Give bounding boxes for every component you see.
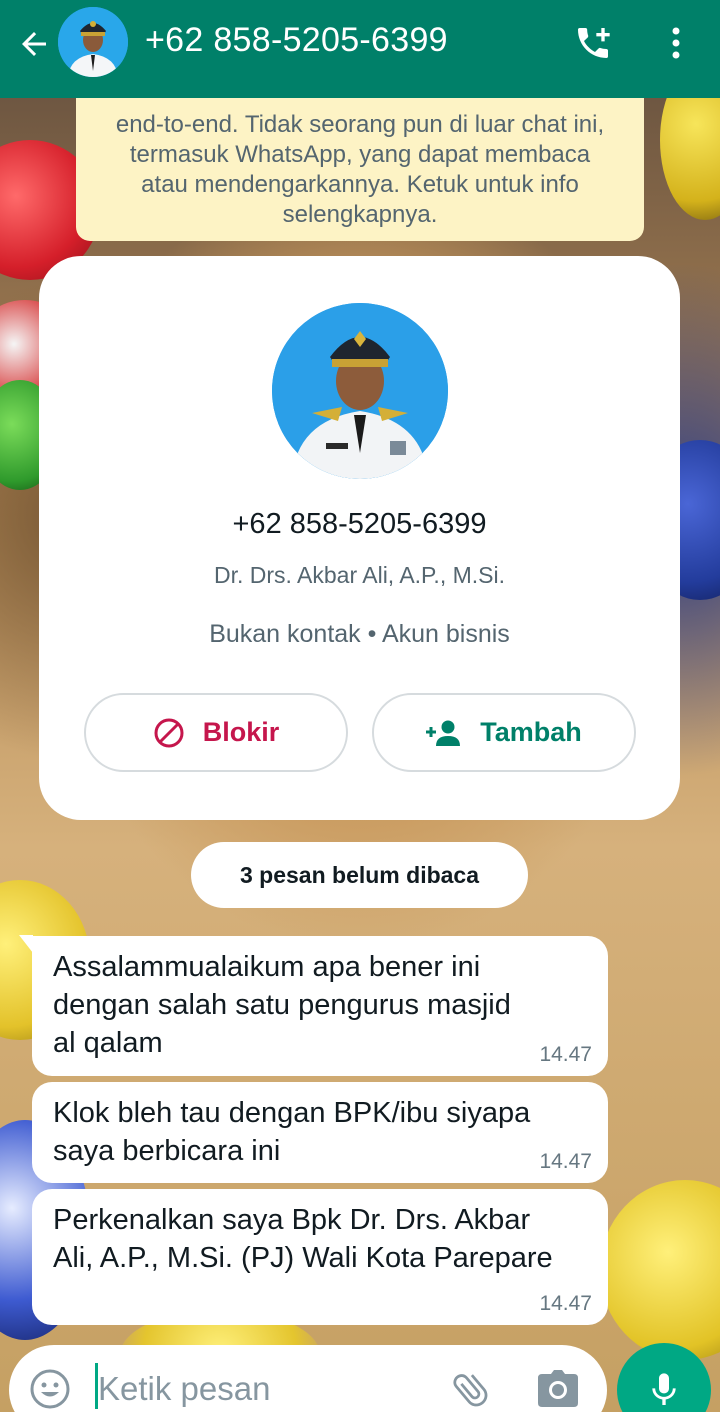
message-input[interactable] <box>98 1361 428 1412</box>
profile-status: Bukan kontak • Akun bisnis <box>209 620 510 648</box>
more-vert-icon <box>672 27 680 59</box>
add-contact-button-label: Tambah <box>480 717 582 747</box>
incoming-message[interactable]: Assalammualaikum apa bener ini dengan sa… <box>32 936 608 1076</box>
chat-header: +62 858-5205-6399 <box>0 0 720 98</box>
block-button[interactable]: Blokir <box>84 693 348 772</box>
message-timestamp: 14.47 <box>539 1150 592 1173</box>
camera-icon <box>538 1370 578 1407</box>
message-timestamp: 14.47 <box>539 1292 592 1315</box>
profile-phone-number: +62 858-5205-6399 <box>232 508 487 540</box>
block-icon <box>154 718 184 747</box>
person-photo-icon <box>58 7 128 77</box>
attach-button[interactable] <box>447 1365 495 1412</box>
encryption-notice-line: termasuk WhatsApp, yang dapat membaca <box>129 141 591 168</box>
person-add-icon <box>426 720 461 746</box>
paperclip-icon <box>453 1374 488 1407</box>
encryption-notice-line: end-to-end. Tidak seorang pun di luar ch… <box>115 111 605 138</box>
message-text: Klok bleh tau dengan BPK/ibu siyapa saya… <box>53 1097 531 1167</box>
back-button[interactable] <box>12 22 56 66</box>
emoji-button[interactable] <box>27 1366 73 1412</box>
add-contact-button[interactable]: Tambah <box>372 693 636 772</box>
more-options-button[interactable] <box>656 20 696 66</box>
add-call-icon <box>578 28 610 58</box>
incoming-message[interactable]: Klok bleh tau dengan BPK/ibu siyapa saya… <box>32 1082 608 1183</box>
block-button-label: Blokir <box>202 717 280 747</box>
camera-button[interactable] <box>533 1365 583 1412</box>
emoji-icon <box>30 1369 70 1409</box>
unread-messages-banner: 3 pesan belum dibaca <box>191 842 528 908</box>
message-text: Perkenalkan saya Bpk Dr. Drs. Akbar Ali,… <box>53 1204 553 1274</box>
wallpaper-ball <box>600 1180 720 1360</box>
profile-business-name: Dr. Drs. Akbar Ali, A.P., M.Si. <box>213 562 505 588</box>
microphone-icon <box>652 1373 676 1405</box>
contact-avatar[interactable] <box>58 7 128 77</box>
message-composer <box>9 1345 607 1412</box>
encryption-notice-line: atau mendengarkannya. Ketuk untuk info <box>141 171 579 198</box>
contact-title[interactable]: +62 858-5205-6399 <box>145 20 448 60</box>
profile-photo[interactable] <box>272 303 448 479</box>
bubble-tail <box>19 935 33 953</box>
encryption-notice-line: selengkapnya. <box>282 201 438 228</box>
person-photo-icon <box>272 303 448 479</box>
arrow-back-icon <box>22 32 46 56</box>
incoming-message[interactable]: Perkenalkan saya Bpk Dr. Drs. Akbar Ali,… <box>32 1189 608 1325</box>
add-call-button[interactable] <box>570 20 616 66</box>
contact-profile-card: +62 858-5205-6399 Dr. Drs. Akbar Ali, A.… <box>39 256 680 820</box>
message-text: Assalammualaikum apa bener ini dengan sa… <box>53 951 511 1059</box>
message-timestamp: 14.47 <box>539 1043 592 1066</box>
